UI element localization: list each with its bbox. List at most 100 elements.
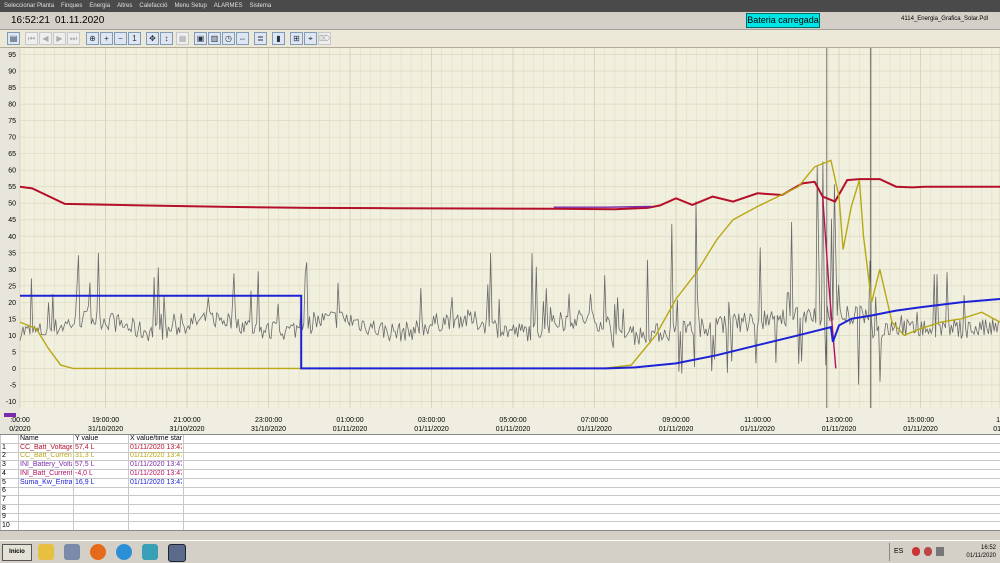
time-icon[interactable]: ◷ [222, 32, 235, 45]
y-tick-label: 25 [8, 283, 16, 290]
table-row[interactable]: 9 [0, 513, 1000, 523]
forward-icon[interactable]: ▶ [53, 32, 66, 45]
info-bar: 16:52:21 01.11.2020 Bateria carregada 41… [0, 12, 1000, 30]
y-tick-label: 0 [12, 366, 16, 373]
table-row[interactable]: 6 [0, 487, 1000, 497]
menu-item-1[interactable]: Finques [61, 3, 82, 9]
y-tick-label: 90 [8, 69, 16, 76]
y-tick-label: 75 [8, 118, 16, 125]
x-tick-time: 13:00:00 [825, 417, 852, 424]
stats-icon[interactable]: ≣ [254, 32, 267, 45]
y-tick-label: 50 [8, 201, 16, 208]
table-cell: 01/11/2020 13:47 [130, 461, 182, 469]
zoom-in-icon[interactable]: + [100, 32, 113, 45]
y-tick-label: 45 [8, 217, 16, 224]
legend-marker [4, 413, 16, 417]
properties-icon[interactable]: ▤ [7, 32, 20, 45]
last-icon[interactable]: ⏭ [67, 32, 80, 45]
y-tick-label: 95 [8, 52, 16, 59]
table-cell: INI_Batt_Current_ [20, 469, 72, 477]
zoom-reset-icon[interactable]: 1 [128, 32, 141, 45]
table-cell: 8 [2, 504, 6, 512]
tray-clock[interactable]: 16:52 01/11/2020 [966, 544, 996, 560]
export-icon[interactable]: ⌦ [318, 32, 331, 45]
shield-icon[interactable] [924, 547, 932, 556]
clock-date: 01.11.2020 [55, 15, 105, 26]
x-tick-time: 15:00:00 [907, 417, 934, 424]
y-tick-label: 30 [8, 267, 16, 274]
table-row[interactable]: 7 [0, 496, 1000, 505]
scada-icon[interactable] [168, 544, 186, 562]
zoom-y-icon[interactable]: ↕ [160, 32, 173, 45]
x-tick-time: 09:00:00 [662, 417, 689, 424]
folder-icon[interactable] [38, 544, 54, 560]
language-indicator[interactable]: ES [894, 548, 903, 555]
table-header-row: Name Y value X value/time stamp [0, 435, 1000, 444]
x-tick-date: 31/10/2020 [251, 426, 286, 433]
table-cell: 01/11/2020 13:47 [130, 452, 182, 460]
table-cell: 2 [2, 452, 6, 460]
table-row[interactable]: 2 CC_Batt_Current_ 31,3 L 01/11/2020 13:47 [0, 452, 1000, 462]
pan-icon[interactable]: ✥ [146, 32, 159, 45]
table-cell: Suma_Kw_Entrade [20, 478, 72, 486]
start-button[interactable]: Inicio [2, 544, 32, 561]
x-tick-time: :00:00 [10, 417, 30, 424]
tools-icon[interactable] [64, 544, 80, 560]
range-icon[interactable]: ⇔ [236, 32, 249, 45]
y-tick-label: 40 [8, 234, 16, 241]
x-tick-time: 01:00:00 [336, 417, 363, 424]
menu-item-7[interactable]: Sistema [249, 3, 271, 9]
chart-toolbar: ▤ ⏮ ◀ ▶ ⏭ ⊕ + − 1 ✥ ↕ ▦ ▣ ▥ ◷ ⇔ ≣ ▮ ⊞ ⌖ … [0, 30, 1000, 48]
trend-chart-svg: 95908580757065605550454035302520151050-5… [0, 48, 1000, 434]
menu-item-5[interactable]: Menu Setup [174, 3, 206, 9]
menu-item-2[interactable]: Energia [89, 3, 110, 9]
y-tick-label: 55 [8, 184, 16, 191]
menu-item-4[interactable]: Calefacció [139, 3, 167, 9]
grid-icon[interactable]: ▦ [176, 32, 189, 45]
plot-area [20, 48, 1000, 408]
y-tick-label: 60 [8, 168, 16, 175]
x-tick-time: 23:00:00 [255, 417, 282, 424]
tray-time: 16:52 [980, 545, 996, 551]
table-cell: CC_Batt_Voltage_ [20, 443, 72, 451]
table-cell: 31,3 L [75, 452, 95, 460]
x-tick-date: 01/11/2020 [822, 426, 857, 433]
table-cell: 3 [2, 461, 6, 469]
ruler-icon[interactable]: ⌖ [304, 32, 317, 45]
print-icon[interactable]: ▮ [272, 32, 285, 45]
cursor-icon[interactable]: ⊞ [290, 32, 303, 45]
table-cell: INI_Battery_Voltag [20, 461, 72, 469]
table-cell: 10 [2, 522, 10, 529]
layout-icon[interactable]: ▣ [194, 32, 207, 45]
x-tick-date: 31/10/2020 [170, 426, 205, 433]
back-icon[interactable]: ◀ [39, 32, 52, 45]
x-tick-date: 01/11/2020 [740, 426, 775, 433]
table-cell: 57,5 L [75, 461, 95, 469]
zoom-area-icon[interactable]: ⊕ [86, 32, 99, 45]
y-tick-label: -5 [10, 382, 16, 389]
status-badge: Bateria carregada [746, 13, 820, 28]
table-row[interactable]: 1 CC_Batt_Voltage_ 57,4 L 01/11/2020 13:47 [0, 444, 1000, 453]
table-cell: 6 [2, 487, 6, 495]
menu-item-0[interactable]: Seleccionar Planta [4, 3, 54, 9]
table-row[interactable]: 8 [0, 505, 1000, 514]
menu-item-6[interactable]: ALARMES [214, 3, 243, 9]
table-row[interactable]: 5 Suma_Kw_Entrade16,9 L 01/11/2020 13:47 [0, 479, 1000, 488]
browser-icon[interactable] [116, 544, 132, 560]
table-icon[interactable]: ▥ [208, 32, 221, 45]
table-row[interactable]: 4 INI_Batt_Current_ -4,0 L 01/11/2020 13:47 [0, 470, 1000, 479]
zoom-out-icon[interactable]: − [114, 32, 127, 45]
x-tick-date: 01/11/2020 [496, 426, 531, 433]
first-icon[interactable]: ⏮ [25, 32, 38, 45]
x-tick-time: 19:00:00 [92, 417, 119, 424]
firefox-icon[interactable] [90, 544, 106, 560]
trend-chart[interactable]: 95 90 85 80 75 70 65 60 55 50 45 40 35 30 25 20 15 10 5 0 -5… [0, 48, 1000, 434]
table-row[interactable]: 3 INI_Battery_Voltag57,5 L 01/11/2020 13:4… [0, 461, 1000, 471]
table-cell: X value/time stamp [130, 435, 182, 442]
volume-icon[interactable] [936, 547, 944, 556]
menu-item-3[interactable]: Altres [117, 3, 132, 9]
table-cell: 7 [2, 495, 6, 503]
network-icon[interactable] [912, 547, 920, 556]
app-icon[interactable] [142, 544, 158, 560]
x-tick-date: 01/1 [993, 426, 1000, 433]
